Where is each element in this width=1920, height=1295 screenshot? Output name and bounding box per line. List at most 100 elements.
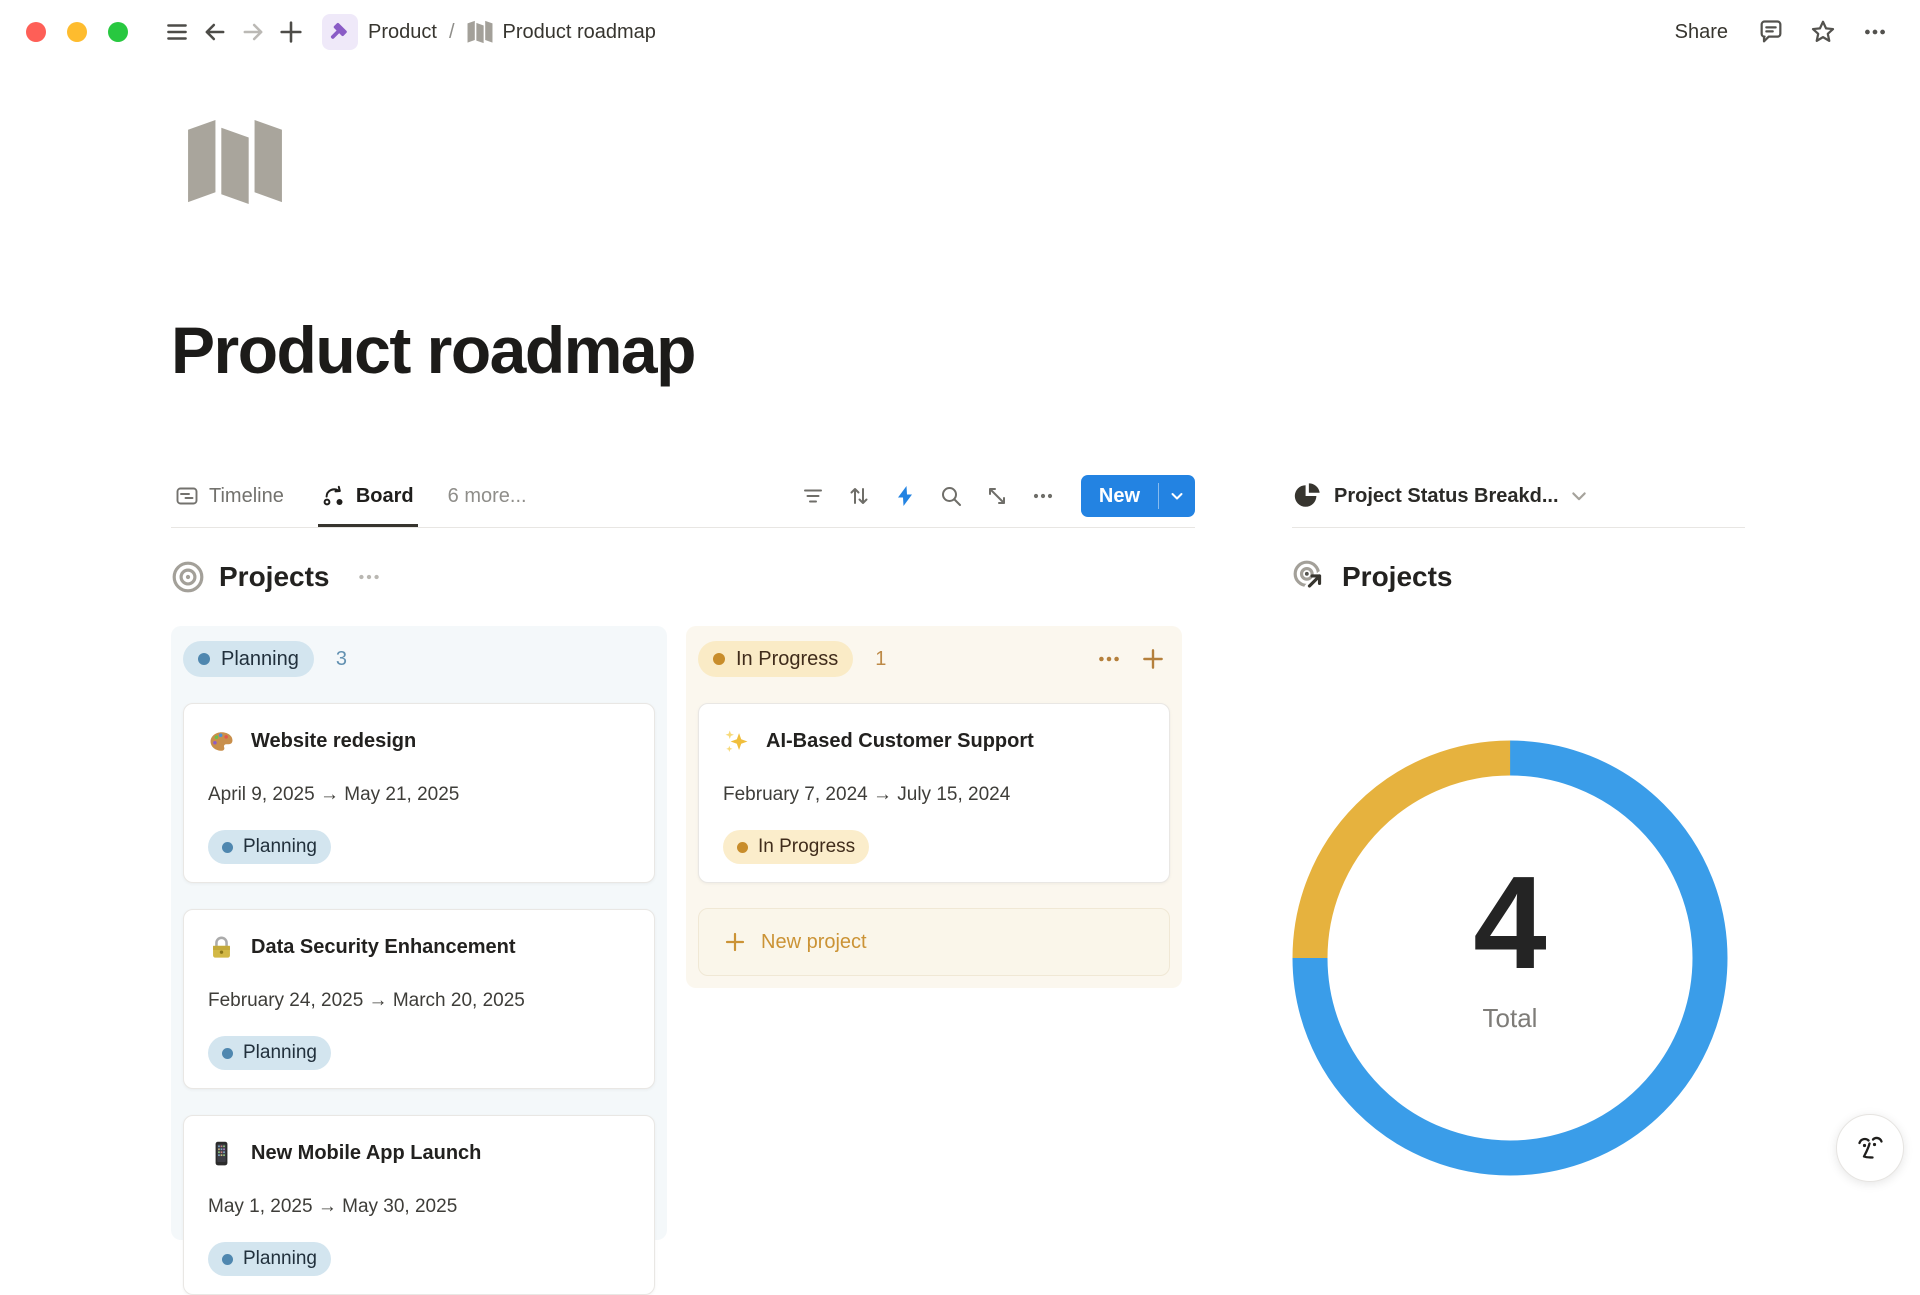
hamburger-menu-button[interactable]	[158, 13, 196, 51]
card-title: AI-Based Customer Support	[766, 730, 1034, 753]
back-button[interactable]	[196, 13, 234, 51]
plus-icon	[277, 18, 305, 46]
page-title[interactable]: Product roadmap	[171, 312, 695, 388]
column-actions	[1092, 642, 1170, 676]
target-icon	[171, 560, 205, 594]
comments-button[interactable]	[1752, 13, 1790, 51]
chart-widget-title[interactable]: Project Status Breakd...	[1334, 485, 1559, 508]
board-column-in-progress: In Progress 1 AI-Based Customer Support …	[686, 626, 1182, 988]
forward-button[interactable]	[234, 13, 272, 51]
board-column-planning: Planning 3 Website redesign April 9, 202…	[171, 626, 667, 1240]
favorite-button[interactable]	[1804, 13, 1842, 51]
back-arrow-icon	[201, 18, 229, 46]
tab-board[interactable]: Board	[318, 465, 418, 527]
expand-icon	[985, 484, 1009, 508]
card-website-redesign[interactable]: Website redesign April 9, 2025 → May 21,…	[183, 703, 655, 883]
project-status-donut-chart[interactable]: 4 Total	[1290, 738, 1730, 1178]
filter-button[interactable]	[793, 476, 833, 516]
status-dot-planning	[222, 842, 233, 853]
page-icon-map[interactable]	[177, 118, 293, 206]
plus-icon	[1140, 646, 1166, 672]
sort-button[interactable]	[839, 476, 879, 516]
card-status-label: Planning	[243, 1042, 317, 1064]
status-dot-planning	[222, 1048, 233, 1059]
new-button-dropdown[interactable]	[1159, 475, 1195, 517]
board-section-options-button[interactable]	[356, 564, 382, 590]
new-project-label: New project	[761, 931, 867, 954]
view-toolbar: New	[793, 475, 1195, 517]
linked-target-icon	[1292, 559, 1328, 595]
breadcrumb: Product / Product roadmap	[322, 14, 656, 50]
card-status-pill: Planning	[208, 1242, 331, 1276]
card-ai-based-customer-support[interactable]: AI-Based Customer Support February 7, 20…	[698, 703, 1170, 883]
view-options-button[interactable]	[1023, 476, 1063, 516]
lock-icon	[208, 934, 235, 961]
tabs-more-button[interactable]: 6 more...	[448, 485, 527, 508]
card-status-label: In Progress	[758, 836, 855, 858]
new-button-group: New	[1081, 475, 1195, 517]
card-date-range: May 1, 2025 → May 30, 2025	[208, 1196, 630, 1218]
status-pill-label: In Progress	[736, 648, 838, 671]
more-icon	[1031, 484, 1055, 508]
notion-ai-button[interactable]	[1836, 1114, 1904, 1182]
star-icon	[1809, 18, 1837, 46]
window-topbar: Product / Product roadmap Share	[0, 0, 1920, 64]
new-project-button[interactable]: New project	[698, 908, 1170, 976]
board-section-title[interactable]: Projects	[219, 561, 330, 593]
card-date-range: February 7, 2024 → July 15, 2024	[723, 784, 1145, 806]
breadcrumb-page[interactable]: Product roadmap	[467, 20, 656, 44]
zoom-window-button[interactable]	[108, 22, 128, 42]
card-date-range: April 9, 2025 → May 21, 2025	[208, 784, 630, 806]
status-dot-planning	[198, 653, 210, 665]
card-new-mobile-app-launch[interactable]: New Mobile App Launch May 1, 2025 → May …	[183, 1115, 655, 1295]
more-icon	[356, 564, 382, 590]
chart-section-title[interactable]: Projects	[1342, 561, 1453, 593]
minimize-window-button[interactable]	[67, 22, 87, 42]
search-icon	[939, 484, 963, 508]
card-title: Data Security Enhancement	[251, 936, 516, 959]
timeline-icon	[175, 484, 199, 508]
share-button[interactable]: Share	[1665, 15, 1738, 50]
filter-icon	[801, 484, 825, 508]
card-status-pill: Planning	[208, 1036, 331, 1070]
status-pill-label: Planning	[221, 648, 299, 671]
sort-icon	[847, 484, 871, 508]
traffic-lights	[26, 22, 128, 42]
donut-chart-svg[interactable]	[1290, 738, 1730, 1178]
column-header-in-progress: In Progress 1	[698, 641, 1170, 677]
more-icon	[1096, 646, 1122, 672]
comment-icon	[1757, 18, 1785, 46]
hamburger-icon	[164, 19, 190, 45]
chart-widget-header-bar: Project Status Breakd...	[1292, 465, 1745, 528]
column-header-planning: Planning 3	[183, 641, 655, 677]
close-window-button[interactable]	[26, 22, 46, 42]
column-add-card-button[interactable]	[1136, 642, 1170, 676]
automations-button[interactable]	[885, 476, 925, 516]
board-section-header: Projects	[171, 548, 382, 606]
sparkles-icon	[723, 728, 750, 755]
new-button[interactable]: New	[1081, 475, 1158, 517]
more-options-button[interactable]	[1856, 13, 1894, 51]
breadcrumb-separator: /	[447, 21, 457, 44]
palette-icon	[208, 728, 235, 755]
breadcrumb-product[interactable]: Product	[322, 14, 437, 50]
status-pill-in-progress[interactable]: In Progress	[698, 641, 853, 677]
tab-timeline[interactable]: Timeline	[171, 465, 288, 527]
status-pill-planning[interactable]: Planning	[183, 641, 314, 677]
expand-button[interactable]	[977, 476, 1017, 516]
card-status-pill: In Progress	[723, 830, 869, 864]
chart-section-header: Projects	[1292, 548, 1453, 606]
forward-arrow-icon	[239, 18, 267, 46]
notion-ai-face-icon	[1853, 1131, 1887, 1165]
card-status-label: Planning	[243, 1248, 317, 1270]
breadcrumb-product-label: Product	[368, 21, 437, 44]
plus-icon	[723, 930, 747, 954]
column-count: 1	[875, 648, 886, 671]
board-icon	[322, 484, 346, 508]
column-options-button[interactable]	[1092, 642, 1126, 676]
search-button[interactable]	[931, 476, 971, 516]
card-data-security-enhancement[interactable]: Data Security Enhancement February 24, 2…	[183, 909, 655, 1089]
new-page-button[interactable]	[272, 13, 310, 51]
chart-widget-dropdown[interactable]	[1569, 486, 1589, 506]
status-dot-planning	[222, 1254, 233, 1265]
